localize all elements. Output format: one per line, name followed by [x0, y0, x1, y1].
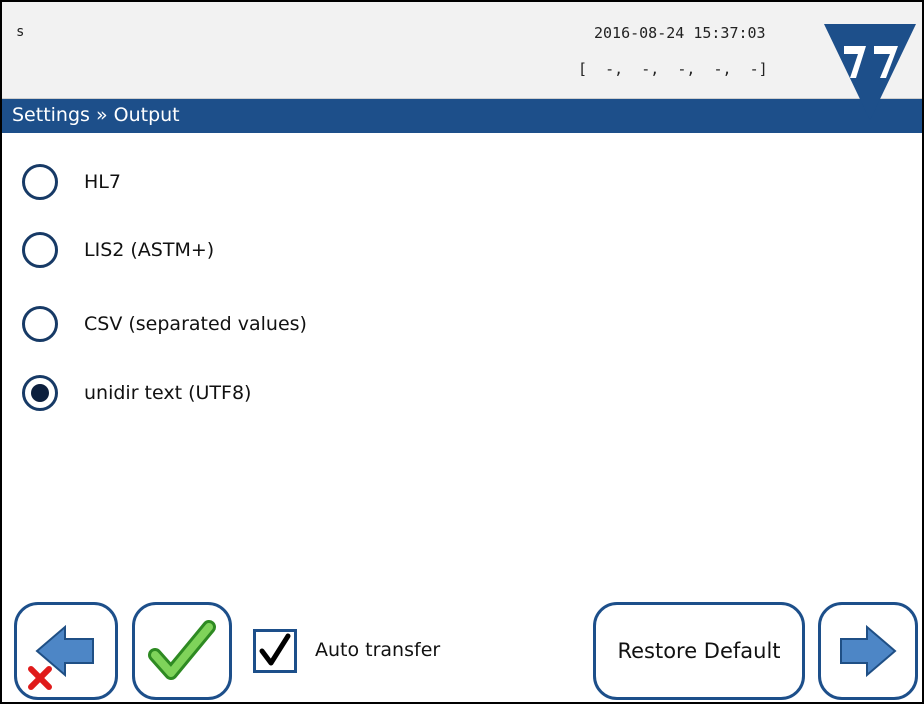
auto-transfer-label: Auto transfer: [315, 639, 441, 661]
option-label: unidir text (UTF8): [84, 382, 252, 404]
option-label: LIS2 (ASTM+): [84, 239, 215, 261]
radio-csv[interactable]: [22, 306, 58, 342]
title-bar: Settings » Output: [2, 99, 922, 133]
option-label: HL7: [84, 171, 121, 193]
back-cancel-button[interactable]: [14, 602, 118, 700]
radio-unidir-text[interactable]: [22, 375, 58, 411]
datetime-display: 2016-08-24 15:37:03: [594, 24, 766, 42]
checkmark-icon: [259, 633, 291, 666]
red-x-icon: [28, 666, 52, 690]
auto-transfer-checkbox[interactable]: [253, 629, 297, 673]
brand-logo: [820, 16, 920, 120]
restore-default-label: Restore Default: [617, 639, 781, 663]
arrow-right-icon: [840, 624, 897, 678]
next-button[interactable]: [818, 602, 918, 700]
restore-default-button[interactable]: Restore Default: [593, 602, 805, 700]
green-check-icon: [148, 620, 216, 680]
radio-lis2[interactable]: [22, 232, 58, 268]
option-unidir-text[interactable]: unidir text (UTF8): [22, 370, 522, 416]
breadcrumb: Settings » Output: [12, 104, 180, 126]
confirm-button[interactable]: [132, 602, 232, 700]
option-csv[interactable]: CSV (separated values): [22, 301, 522, 347]
radio-hl7[interactable]: [22, 164, 58, 200]
option-label: CSV (separated values): [84, 313, 307, 335]
option-hl7[interactable]: HL7: [22, 159, 522, 205]
user-indicator: s: [16, 24, 25, 40]
measurement-status: [ -, -, -, -, -]: [578, 60, 768, 78]
arrow-left-icon: [35, 624, 94, 678]
status-bar: s 2016-08-24 15:37:03 [ -, -, -, -, -]: [2, 2, 922, 99]
device-screen: s 2016-08-24 15:37:03 [ -, -, -, -, -] S…: [0, 0, 924, 704]
option-lis2[interactable]: LIS2 (ASTM+): [22, 227, 522, 273]
